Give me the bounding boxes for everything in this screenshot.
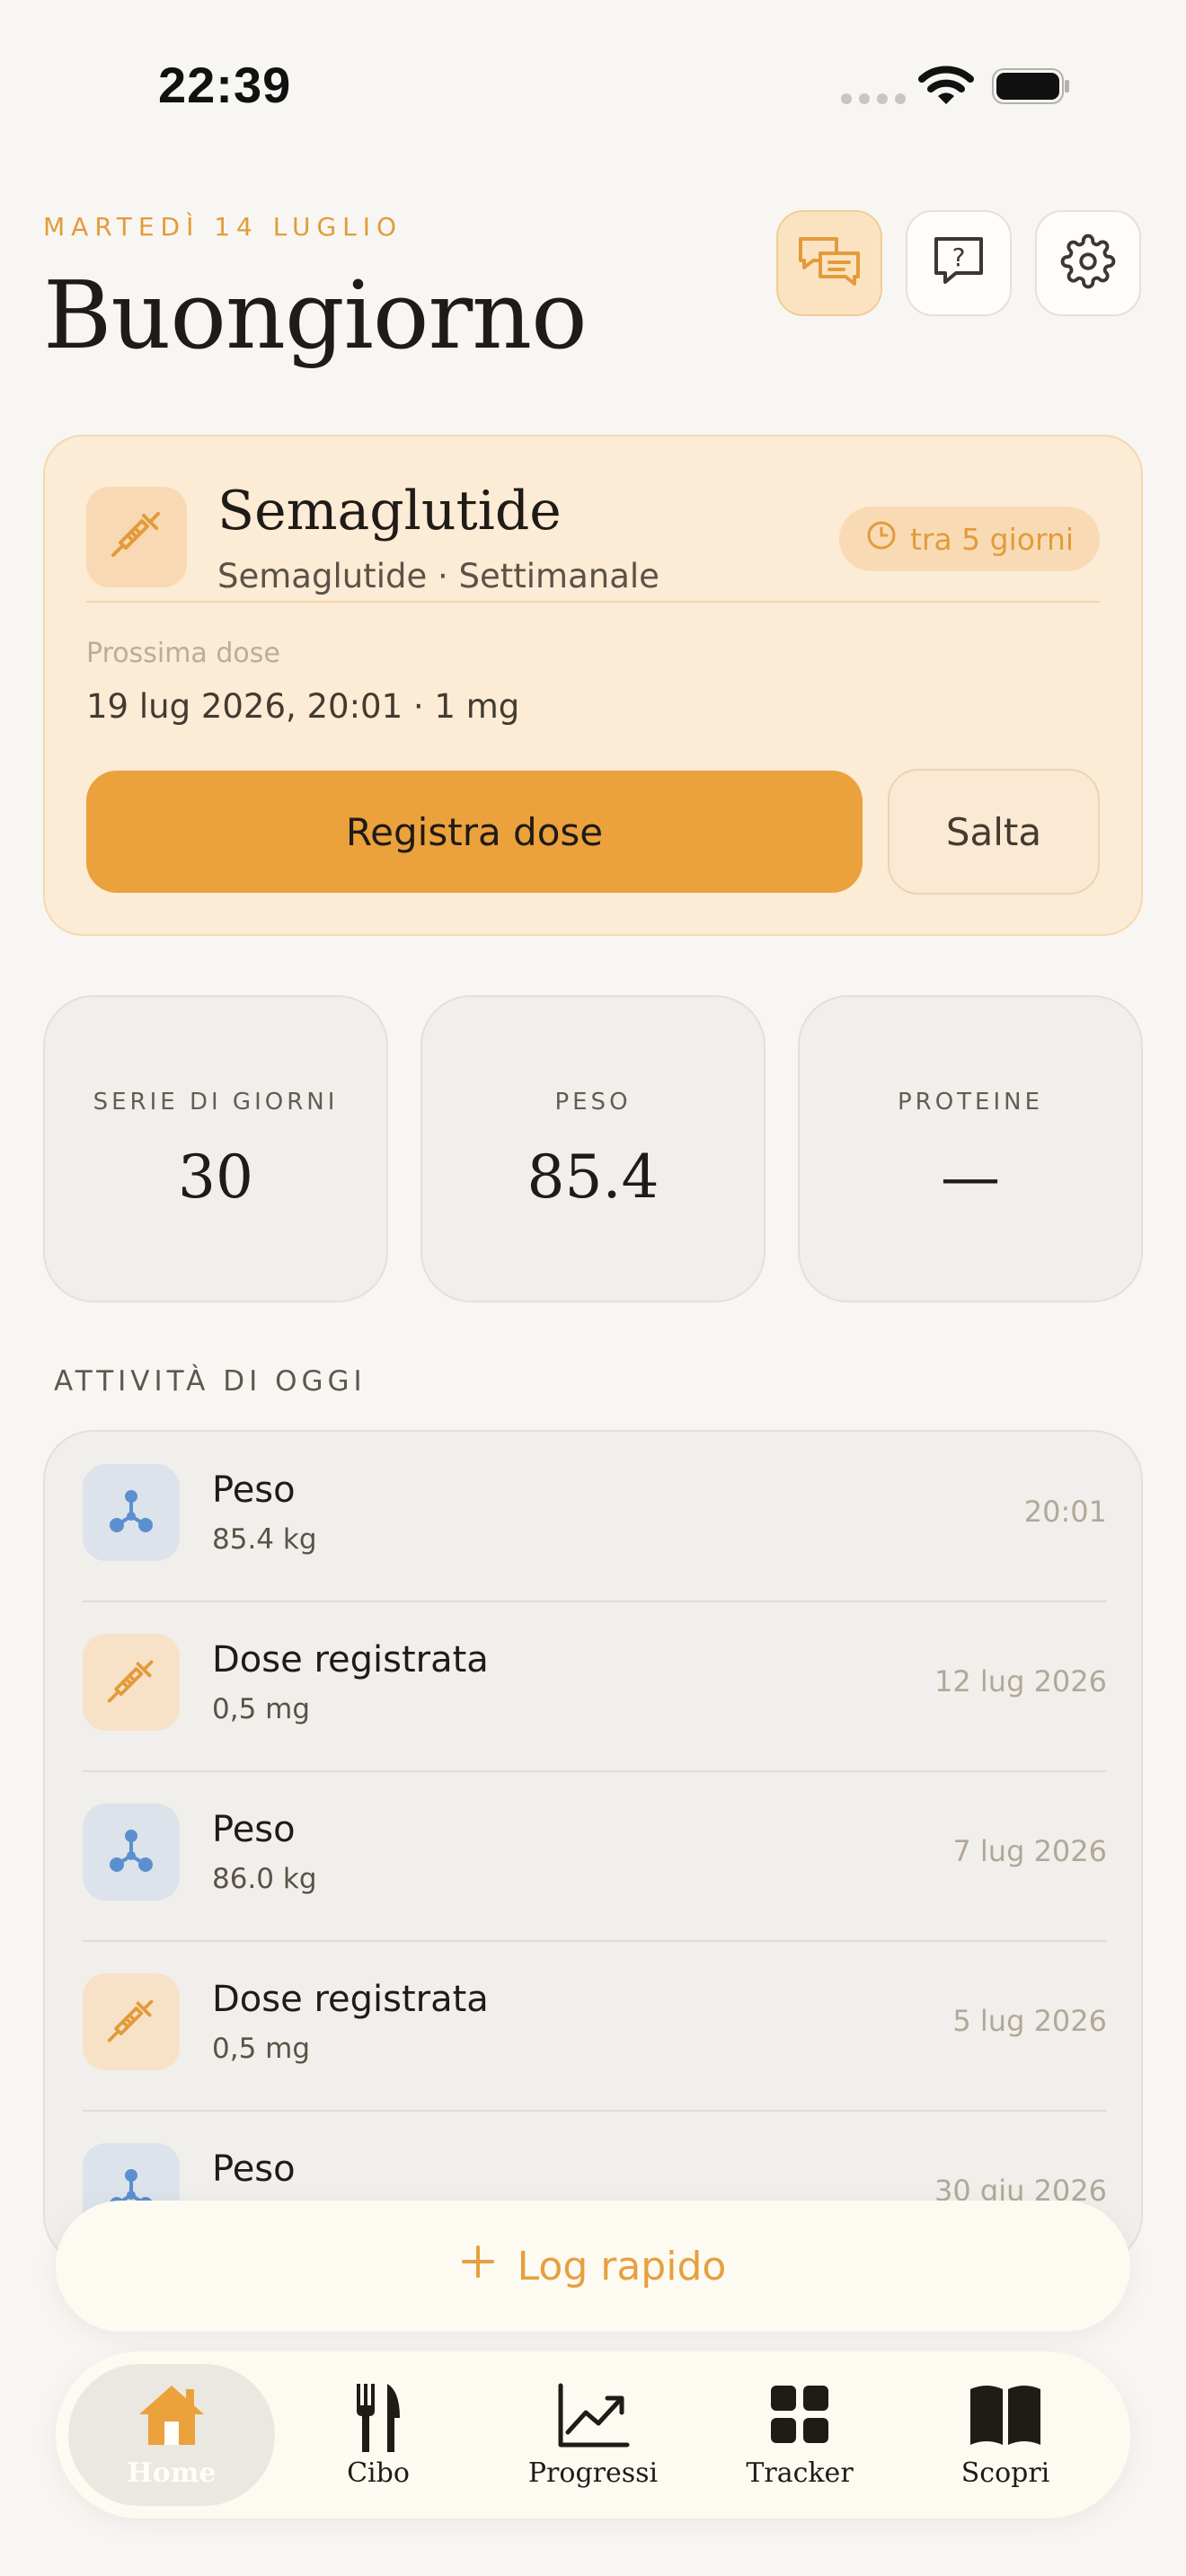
battery-icon xyxy=(992,68,1071,104)
medication-name: Semaglutide xyxy=(217,480,562,543)
tab-bar: Home Cibo Progressi Tracker Scopri xyxy=(56,2351,1130,2519)
stat-card-protein[interactable]: PROTEINE — xyxy=(798,995,1143,1302)
next-dose-badge: tra 5 giorni xyxy=(839,507,1100,571)
activity-title: Dose registrata xyxy=(212,1979,489,2020)
plus-icon xyxy=(460,2244,496,2289)
settings-button[interactable] xyxy=(1035,210,1141,316)
gear-icon xyxy=(1060,234,1116,293)
tab-tracker[interactable]: Tracker xyxy=(696,2364,903,2506)
next-dose-label: Prossima dose xyxy=(86,638,280,669)
activity-title: Peso xyxy=(212,1469,296,1511)
book-icon xyxy=(902,2382,1109,2447)
activity-title: Peso xyxy=(212,1809,296,1850)
syringe-icon xyxy=(83,1973,180,2070)
tab-food[interactable]: Cibo xyxy=(275,2364,482,2506)
chart-trend-icon xyxy=(490,2382,696,2450)
stat-label: PROTEINE xyxy=(897,1089,1044,1116)
activity-detail: 86.0 kg xyxy=(212,1863,317,1895)
grid-icon xyxy=(696,2382,903,2447)
activity-title: Peso xyxy=(212,2148,296,2190)
tab-home[interactable]: Home xyxy=(68,2364,275,2506)
activity-detail: 0,5 mg xyxy=(212,1693,311,1725)
medication-subtitle: Semaglutide · Settimanale xyxy=(217,557,659,595)
help-icon: ? xyxy=(931,234,987,293)
list-item[interactable]: Peso 85.4 kg 20:01 xyxy=(83,1432,1107,1601)
date-label: MARTEDÌ 14 LUGLIO xyxy=(43,212,403,242)
activity-date: 12 lug 2026 xyxy=(934,1664,1107,1698)
chat-button[interactable] xyxy=(776,210,882,316)
help-button[interactable]: ? xyxy=(906,210,1012,316)
medication-icon-tile xyxy=(86,487,187,587)
tab-progress[interactable]: Progressi xyxy=(490,2364,696,2506)
stat-card-streak[interactable]: SERIE DI GIORNI 30 xyxy=(43,995,388,1302)
list-item[interactable]: Peso 86.0 kg 7 lug 2026 xyxy=(83,1771,1107,1940)
syringe-icon xyxy=(108,507,165,568)
activity-date: 5 lug 2026 xyxy=(952,2004,1107,2038)
page-title: Buongiorno xyxy=(43,260,588,370)
divider xyxy=(86,601,1100,603)
section-title-activity: ATTIVITÀ DI OGGI xyxy=(54,1365,367,1398)
quick-log-label: Log rapido xyxy=(517,2243,727,2289)
stat-label: PESO xyxy=(554,1089,632,1116)
tab-label: Cibo xyxy=(347,2457,410,2489)
home-icon xyxy=(68,2382,275,2447)
stat-card-weight[interactable]: PESO 85.4 xyxy=(420,995,766,1302)
activity-list: Peso 85.4 kg 20:01 Dose registrata 0,5 m… xyxy=(43,1430,1143,2265)
quick-log-button[interactable]: Log rapido xyxy=(56,2201,1130,2332)
activity-date: 7 lug 2026 xyxy=(952,1834,1107,1868)
syringe-icon xyxy=(83,1634,180,1731)
svg-text:?: ? xyxy=(952,243,966,272)
tab-label: Progressi xyxy=(527,2457,659,2489)
stat-value: — xyxy=(941,1142,1000,1212)
chat-bubbles-icon xyxy=(795,234,863,293)
tab-discover[interactable]: Scopri xyxy=(902,2364,1109,2506)
list-item[interactable]: Dose registrata 0,5 mg 12 lug 2026 xyxy=(83,1601,1107,1770)
activity-date: 20:01 xyxy=(1023,1495,1107,1529)
stat-value: 30 xyxy=(178,1142,253,1212)
activity-title: Dose registrata xyxy=(212,1639,489,1681)
list-item[interactable]: Dose registrata 0,5 mg 5 lug 2026 xyxy=(83,1941,1107,2110)
weight-nodes-icon xyxy=(83,1464,180,1561)
wifi-icon xyxy=(918,65,974,110)
skip-dose-button[interactable]: Salta xyxy=(888,769,1100,895)
activity-detail: 0,5 mg xyxy=(212,2033,311,2065)
activity-detail: 85.4 kg xyxy=(212,1523,317,1556)
tab-label: Scopri xyxy=(960,2457,1050,2489)
weight-nodes-icon xyxy=(83,1804,180,1901)
tab-label: Tracker xyxy=(746,2457,854,2489)
cellular-signal-icon xyxy=(841,93,906,104)
log-dose-button[interactable]: Registra dose xyxy=(86,771,863,893)
next-dose-badge-label: tra 5 giorni xyxy=(909,521,1075,557)
stat-label: SERIE DI GIORNI xyxy=(93,1089,339,1116)
next-dose-value: 19 lug 2026, 20:01 · 1 mg xyxy=(86,687,520,726)
tab-label: Home xyxy=(127,2457,217,2489)
clock-icon xyxy=(865,519,898,559)
stat-value: 85.4 xyxy=(527,1142,659,1212)
status-time: 22:39 xyxy=(158,57,292,113)
fork-knife-icon xyxy=(275,2382,482,2454)
